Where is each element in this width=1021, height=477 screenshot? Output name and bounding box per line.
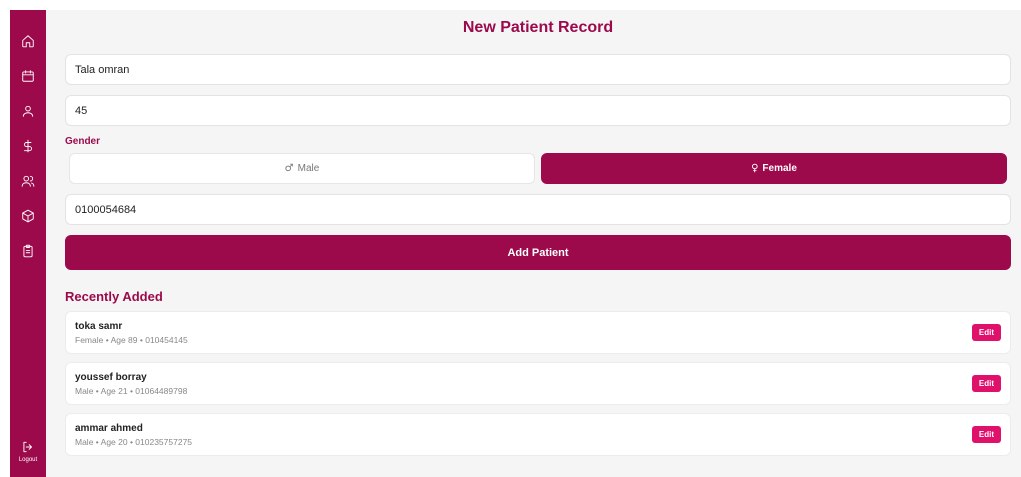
sidebar-item-calendar[interactable] <box>10 58 46 93</box>
home-icon <box>22 34 34 47</box>
sidebar-item-patients[interactable] <box>10 93 46 128</box>
sidebar-item-staff[interactable] <box>10 163 46 198</box>
edit-button[interactable]: Edit <box>971 324 1001 341</box>
package-icon <box>22 209 34 222</box>
female-icon: ♀ <box>751 163 759 174</box>
recently-added-title: Recently Added <box>65 289 163 304</box>
clipboard-icon <box>23 244 33 257</box>
sidebar-item-billing[interactable] <box>10 128 46 163</box>
logout-label: Logout <box>18 457 38 463</box>
patient-meta: Male • Age 21 • 01064489798 <box>75 385 188 396</box>
gender-label: Gender <box>65 136 101 147</box>
add-patient-button[interactable]: Add Patient <box>65 235 1011 270</box>
phone-field[interactable]: 0100054684 <box>65 194 1011 225</box>
gender-male-button[interactable]: ♂ Male <box>69 153 535 184</box>
list-item: ammar ahmed Male • Age 20 • 010235757275… <box>65 413 1011 456</box>
age-field[interactable]: 45 <box>65 95 1011 126</box>
sidebar-nav <box>10 10 46 268</box>
calendar-icon <box>22 69 34 82</box>
male-icon: ♂ <box>284 163 294 174</box>
sidebar-item-home[interactable] <box>10 23 46 58</box>
gender-female-button[interactable]: ♀ Female <box>541 153 1007 184</box>
name-field[interactable]: Tala omran <box>65 54 1011 85</box>
list-item: youssef borray Male • Age 21 • 010644897… <box>65 362 1011 405</box>
main-content: New Patient Record Tala omran 45 Gender … <box>46 10 1021 477</box>
users-icon <box>21 175 35 187</box>
sidebar: Logout <box>10 10 46 477</box>
logout-icon <box>23 441 32 453</box>
patient-name: youssef borray <box>75 371 147 383</box>
patient-name: toka samr <box>75 320 123 332</box>
patient-name: ammar ahmed <box>75 422 143 434</box>
sidebar-item-reports[interactable] <box>10 233 46 268</box>
patient-meta: Male • Age 20 • 010235757275 <box>75 436 193 447</box>
dollar-icon <box>24 139 32 152</box>
gender-male-label: Male <box>297 163 320 174</box>
edit-button[interactable]: Edit <box>971 375 1001 392</box>
gender-female-label: Female <box>762 163 797 174</box>
sidebar-item-inventory[interactable] <box>10 198 46 233</box>
list-item: toka samr Female • Age 89 • 010454145 Ed… <box>65 311 1011 354</box>
page-title: New Patient Record <box>462 19 614 36</box>
gender-selector: ♂ Male ♀ Female <box>69 153 1011 184</box>
logout-button[interactable]: Logout <box>10 440 46 463</box>
edit-button[interactable]: Edit <box>971 426 1001 443</box>
patient-meta: Female • Age 89 • 010454145 <box>75 334 188 345</box>
user-icon <box>22 105 34 117</box>
